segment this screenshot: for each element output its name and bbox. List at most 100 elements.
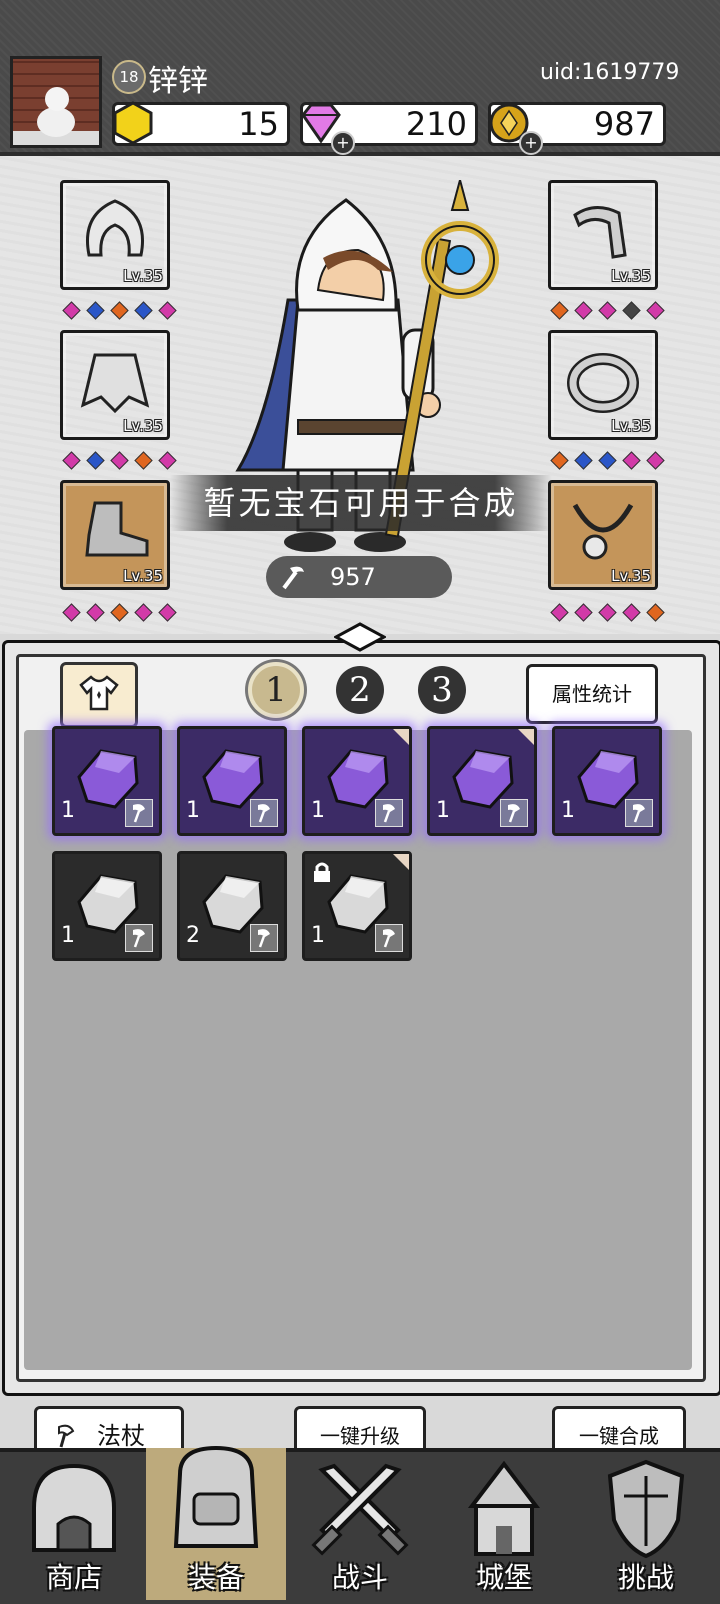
item-count: 1 bbox=[61, 798, 75, 823]
staff-filter-icon bbox=[58, 1424, 75, 1448]
equip-slot-feet[interactable]: Lv.35 bbox=[60, 480, 170, 590]
staff-type-icon bbox=[375, 924, 403, 952]
slot-level: Lv.35 bbox=[123, 267, 163, 285]
socket-gem-icon bbox=[598, 301, 617, 320]
boot-icon bbox=[85, 501, 149, 557]
gem-row-weapon bbox=[548, 301, 668, 320]
item-count: 2 bbox=[186, 923, 200, 948]
slot-level: Lv.35 bbox=[611, 267, 651, 285]
item-count: 1 bbox=[61, 923, 75, 948]
gold-gem-value: 15 bbox=[238, 105, 279, 143]
diamond-value: 210 bbox=[405, 105, 467, 143]
new-marker-icon bbox=[518, 729, 534, 745]
socket-gem-icon bbox=[574, 451, 593, 470]
socket-gem-icon bbox=[110, 603, 129, 622]
socket-gem-icon bbox=[550, 451, 569, 470]
power-value: 957 bbox=[330, 563, 376, 591]
page-tab-2[interactable]: 2 bbox=[336, 666, 384, 714]
socket-gem-icon bbox=[622, 451, 641, 470]
notice-banner: 暂无宝石可用于合成 bbox=[170, 475, 552, 531]
socket-gem-icon bbox=[86, 301, 105, 320]
inventory-item[interactable]: 1 bbox=[52, 851, 162, 961]
socket-gem-icon bbox=[646, 301, 665, 320]
staff-type-icon bbox=[375, 799, 403, 827]
gem-row-necklace bbox=[548, 603, 668, 622]
socket-gem-icon bbox=[134, 451, 153, 470]
coin-counter[interactable]: + 987 bbox=[488, 102, 666, 155]
socket-gem-icon bbox=[550, 301, 569, 320]
shield-icon bbox=[607, 1459, 685, 1559]
new-marker-icon bbox=[393, 854, 409, 870]
inventory-item[interactable]: 1 bbox=[427, 726, 537, 836]
add-diamond-icon[interactable]: + bbox=[331, 131, 355, 155]
shop-icon bbox=[32, 1463, 116, 1552]
staff-power-icon bbox=[282, 566, 304, 590]
inventory-item[interactable]: 1 bbox=[302, 726, 412, 836]
inventory-item[interactable]: 1 bbox=[177, 726, 287, 836]
ring-icon bbox=[567, 353, 639, 413]
hood-icon bbox=[86, 199, 144, 257]
add-coin-icon[interactable]: + bbox=[519, 131, 543, 155]
gem-row-body bbox=[60, 451, 180, 470]
staff-weapon-icon bbox=[573, 206, 627, 259]
gem-row-ring bbox=[548, 451, 668, 470]
socket-gem-icon bbox=[86, 603, 105, 622]
player-level-badge: 18 bbox=[112, 60, 146, 94]
diamond-counter[interactable]: + 210 bbox=[300, 102, 478, 155]
coin-value: 987 bbox=[593, 105, 655, 143]
item-count: 1 bbox=[311, 923, 325, 948]
page-tab-1[interactable]: 1 bbox=[248, 662, 304, 718]
socket-gem-icon bbox=[646, 451, 665, 470]
socket-gem-icon bbox=[86, 451, 105, 470]
equip-slot-ring[interactable]: Lv.35 bbox=[548, 330, 658, 440]
staff-type-icon bbox=[625, 799, 653, 827]
player-avatar[interactable] bbox=[10, 56, 102, 148]
item-count: 1 bbox=[311, 798, 325, 823]
inventory-item[interactable]: 1 bbox=[552, 726, 662, 836]
socket-gem-icon bbox=[134, 603, 153, 622]
attribute-stats-button[interactable]: 属性统计 bbox=[526, 664, 658, 724]
nav-castle[interactable]: 城堡 bbox=[434, 1448, 574, 1600]
nav-label: 挑战 bbox=[617, 1561, 674, 1594]
nav-label: 城堡 bbox=[475, 1561, 532, 1594]
equip-slot-head[interactable]: Lv.35 bbox=[60, 180, 170, 290]
nav-battle[interactable]: 战斗 bbox=[290, 1448, 430, 1600]
lock-icon bbox=[314, 862, 330, 882]
socket-gem-icon bbox=[622, 301, 641, 320]
slot-level: Lv.35 bbox=[611, 417, 651, 435]
panel-ornament-icon bbox=[334, 622, 386, 652]
inventory-item[interactable]: 1 bbox=[302, 851, 412, 961]
slot-level: Lv.35 bbox=[123, 567, 163, 585]
socket-gem-icon bbox=[62, 603, 81, 622]
power-display: 957 bbox=[266, 556, 452, 598]
inventory-item[interactable]: 2 bbox=[177, 851, 287, 961]
staff-type-icon bbox=[125, 799, 153, 827]
socket-gem-icon bbox=[110, 451, 129, 470]
inventory-item[interactable]: 1 bbox=[52, 726, 162, 836]
necklace-icon bbox=[572, 503, 634, 560]
backpack-icon bbox=[173, 1445, 259, 1548]
socket-gem-icon bbox=[550, 603, 569, 622]
item-count: 1 bbox=[186, 798, 200, 823]
socket-gem-icon bbox=[158, 301, 177, 320]
nav-equipment[interactable]: 装备 bbox=[146, 1445, 286, 1600]
slot-level: Lv.35 bbox=[611, 567, 651, 585]
socket-gem-icon bbox=[62, 301, 81, 320]
nav-label: 装备 bbox=[187, 1561, 244, 1594]
socket-gem-icon bbox=[62, 451, 81, 470]
socket-gem-icon bbox=[598, 603, 617, 622]
socket-gem-icon bbox=[598, 451, 617, 470]
outfit-button[interactable] bbox=[60, 662, 138, 728]
gem-row-head bbox=[60, 301, 180, 320]
nav-shop[interactable]: 商店 bbox=[4, 1448, 144, 1600]
equip-slot-necklace[interactable]: Lv.35 bbox=[548, 480, 658, 590]
new-marker-icon bbox=[393, 729, 409, 745]
staff-type-icon bbox=[500, 799, 528, 827]
page-tab-3[interactable]: 3 bbox=[418, 666, 466, 714]
nav-label: 战斗 bbox=[331, 1561, 388, 1594]
equip-slot-body[interactable]: Lv.35 bbox=[60, 330, 170, 440]
nav-challenge[interactable]: 挑战 bbox=[576, 1448, 716, 1600]
gold-gem-counter[interactable]: 15 bbox=[112, 101, 290, 146]
equip-slot-weapon[interactable]: Lv.35 bbox=[548, 180, 658, 290]
staff-type-icon bbox=[125, 924, 153, 952]
